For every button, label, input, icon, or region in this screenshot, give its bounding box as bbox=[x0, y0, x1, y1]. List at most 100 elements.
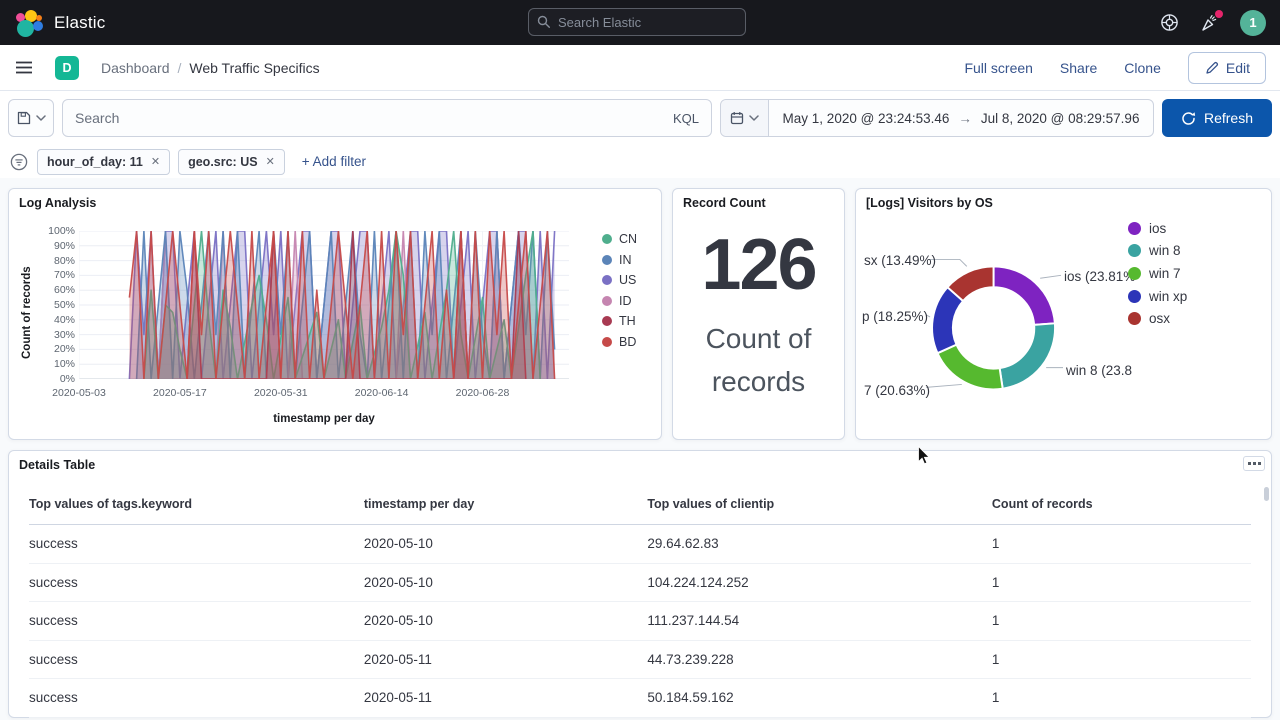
filter-bar: hour_of_day: 11 ✕ geo.src: US ✕ + Add fi… bbox=[0, 145, 1280, 178]
panel-visitors-by-os: [Logs] Visitors by OS sx (13.49%)ios (23… bbox=[855, 188, 1272, 440]
y-tick-label: 10% bbox=[54, 358, 75, 370]
area-series-BD[interactable] bbox=[129, 231, 554, 379]
legend-item-ID[interactable]: ID bbox=[602, 295, 637, 307]
legend-label: CN bbox=[619, 232, 637, 246]
x-tick-label: 2020-05-31 bbox=[239, 387, 323, 399]
legend-dot bbox=[1128, 312, 1141, 325]
dashboard-grid: Log Analysis Count of records 100%90%80%… bbox=[0, 178, 1280, 720]
column-header: Count of records bbox=[992, 497, 1251, 511]
global-search[interactable] bbox=[528, 8, 746, 36]
saved-query-menu-button[interactable] bbox=[8, 99, 54, 137]
legend-item-IN[interactable]: IN bbox=[602, 254, 637, 266]
close-icon[interactable]: ✕ bbox=[151, 155, 160, 168]
help-icon[interactable] bbox=[1160, 13, 1179, 32]
kql-language-button[interactable]: KQL bbox=[663, 111, 699, 126]
legend-label: win 8 bbox=[1149, 243, 1181, 258]
area-chart[interactable] bbox=[79, 231, 569, 379]
x-tick-label: 2020-05-03 bbox=[37, 387, 121, 399]
clone-button[interactable]: Clone bbox=[1124, 60, 1161, 76]
filter-pill-hour-of-day[interactable]: hour_of_day: 11 ✕ bbox=[37, 149, 170, 175]
full-screen-button[interactable]: Full screen bbox=[964, 60, 1032, 76]
legend-dot bbox=[602, 316, 612, 326]
legend-label: BD bbox=[619, 335, 636, 349]
table-cell: success bbox=[29, 613, 364, 628]
y-tick-label: 60% bbox=[54, 284, 75, 296]
table-cell: 111.237.144.54 bbox=[647, 613, 992, 628]
y-tick-label: 70% bbox=[54, 269, 75, 281]
table-cell: 50.184.59.162 bbox=[647, 690, 992, 705]
chart-legend: ios win 8 win 7 win xp osx bbox=[1128, 221, 1187, 334]
legend-item-BD[interactable]: BD bbox=[602, 336, 637, 348]
table-cell: success bbox=[29, 690, 364, 705]
date-quick-menu-button[interactable] bbox=[721, 100, 769, 136]
donut-callout-label: p (18.25%) bbox=[862, 309, 928, 324]
kql-search-field[interactable]: KQL bbox=[62, 99, 712, 137]
legend-item-win-xp[interactable]: win xp bbox=[1128, 289, 1187, 303]
panel-title: Log Analysis bbox=[19, 196, 96, 210]
legend-dot bbox=[602, 255, 612, 265]
donut-slice-win-7[interactable] bbox=[937, 345, 1002, 390]
notification-badge bbox=[1215, 10, 1223, 18]
table-cell: 1 bbox=[992, 690, 1251, 705]
user-avatar[interactable]: 1 bbox=[1240, 10, 1266, 36]
elastic-logo-icon[interactable] bbox=[13, 8, 43, 38]
table-body: success2020-05-1029.64.62.831success2020… bbox=[29, 525, 1251, 718]
filter-pill-geo-src[interactable]: geo.src: US ✕ bbox=[178, 149, 285, 175]
legend-item-ios[interactable]: ios bbox=[1128, 221, 1187, 235]
table-cell: 1 bbox=[992, 575, 1251, 590]
legend-label: US bbox=[619, 273, 636, 287]
y-tick-label: 100% bbox=[48, 225, 75, 237]
legend-dot bbox=[602, 296, 612, 306]
refresh-button[interactable]: Refresh bbox=[1162, 99, 1272, 137]
legend-dot bbox=[1128, 290, 1141, 303]
breadcrumb: Dashboard / Web Traffic Specifics bbox=[101, 60, 320, 76]
dashboard-app-badge[interactable]: D bbox=[55, 56, 79, 80]
donut-callout-label: ios (23.81% bbox=[1064, 269, 1135, 284]
legend-item-osx[interactable]: osx bbox=[1128, 312, 1187, 326]
legend-label: ID bbox=[619, 294, 632, 308]
date-end-button[interactable]: Jul 8, 2020 @ 08:29:57.96 bbox=[981, 111, 1140, 126]
share-button[interactable]: Share bbox=[1060, 60, 1097, 76]
panel-log-analysis: Log Analysis Count of records 100%90%80%… bbox=[8, 188, 662, 440]
close-icon[interactable]: ✕ bbox=[266, 155, 275, 168]
y-tick-label: 0% bbox=[60, 373, 75, 385]
edit-button[interactable]: Edit bbox=[1188, 52, 1266, 84]
legend-item-US[interactable]: US bbox=[602, 274, 637, 286]
menu-icon[interactable] bbox=[14, 58, 34, 77]
metric-label: Count of records bbox=[679, 317, 839, 404]
scrollbar-thumb[interactable] bbox=[1264, 487, 1269, 501]
donut-slice-win-8[interactable] bbox=[1000, 323, 1055, 388]
legend-item-TH[interactable]: TH bbox=[602, 315, 637, 327]
donut-callout-label: win 8 (23.8 bbox=[1066, 363, 1132, 378]
table-row: success2020-05-1144.73.239.2281 bbox=[29, 641, 1251, 680]
panel-details-table: Details Table Top values of tags.keyword… bbox=[8, 450, 1272, 718]
y-tick-label: 50% bbox=[54, 299, 75, 311]
panel-options-button[interactable] bbox=[1243, 456, 1265, 471]
legend-item-win-8[interactable]: win 8 bbox=[1128, 244, 1187, 258]
legend-dot bbox=[602, 234, 612, 244]
table-cell: 44.73.239.228 bbox=[647, 652, 992, 667]
legend-item-win-7[interactable]: win 7 bbox=[1128, 266, 1187, 280]
add-filter-button[interactable]: + Add filter bbox=[302, 154, 366, 169]
newsfeed-icon[interactable] bbox=[1200, 13, 1219, 32]
global-search-input[interactable] bbox=[558, 15, 737, 30]
column-header: Top values of tags.keyword bbox=[29, 497, 364, 511]
donut-slice-ios[interactable] bbox=[994, 266, 1055, 324]
y-tick-label: 20% bbox=[54, 343, 75, 355]
date-range: May 1, 2020 @ 23:24:53.46 → Jul 8, 2020 … bbox=[769, 111, 1153, 126]
query-input[interactable] bbox=[75, 110, 663, 126]
brand-title: Elastic bbox=[54, 13, 105, 33]
chevron-down-icon bbox=[36, 115, 46, 121]
legend-label: TH bbox=[619, 314, 636, 328]
breadcrumb-dashboard[interactable]: Dashboard bbox=[101, 60, 170, 76]
filter-options-icon[interactable] bbox=[9, 152, 29, 172]
chevron-down-icon bbox=[749, 115, 759, 121]
table-row: success2020-05-10111.237.144.541 bbox=[29, 602, 1251, 641]
table-row: success2020-05-1029.64.62.831 bbox=[29, 525, 1251, 564]
legend-dot bbox=[1128, 267, 1141, 280]
table-cell: 2020-05-11 bbox=[364, 690, 648, 705]
legend-item-CN[interactable]: CN bbox=[602, 233, 637, 245]
date-start-button[interactable]: May 1, 2020 @ 23:24:53.46 bbox=[783, 111, 950, 126]
breadcrumb-separator: / bbox=[178, 60, 182, 76]
x-tick-label: 2020-06-28 bbox=[441, 387, 525, 399]
